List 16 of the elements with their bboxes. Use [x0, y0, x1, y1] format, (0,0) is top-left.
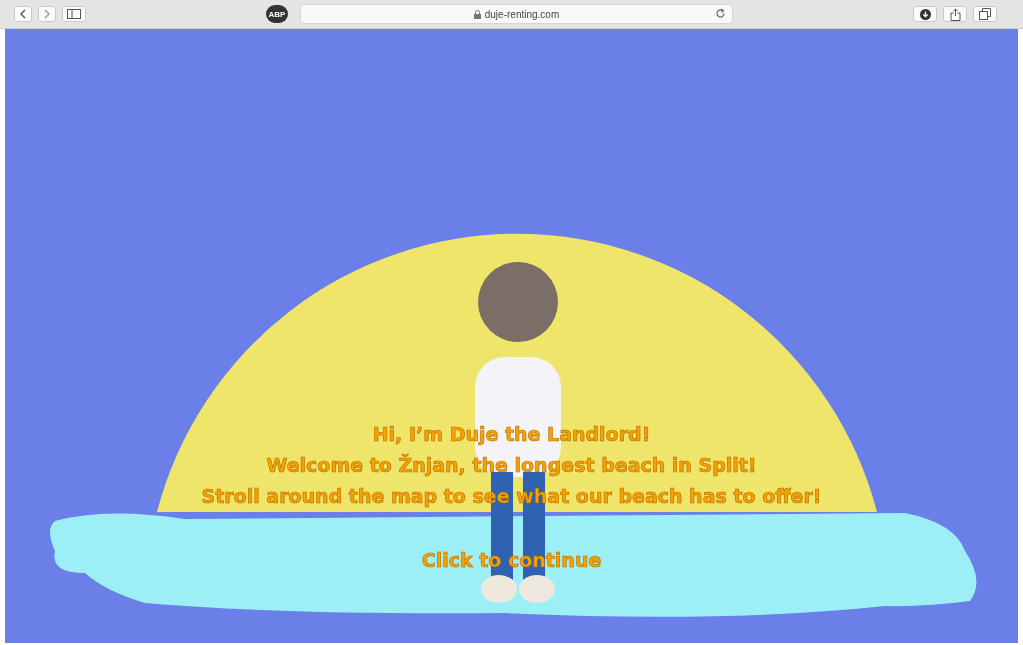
reload-icon[interactable] [715, 8, 726, 19]
share-button[interactable] [943, 6, 967, 22]
download-icon [919, 8, 931, 20]
tabs-icon [979, 8, 991, 20]
back-button[interactable] [14, 6, 32, 22]
download-button[interactable] [913, 6, 937, 22]
sidebar-button[interactable] [62, 6, 86, 22]
extension-badge[interactable]: ABP [266, 5, 288, 23]
forward-button[interactable] [38, 6, 56, 22]
lock-icon [473, 9, 481, 19]
address-bar[interactable]: duje-renting.com [300, 4, 733, 24]
sidebar-icon [67, 9, 81, 19]
tabs-button[interactable] [973, 6, 997, 22]
chevron-right-icon [43, 9, 51, 19]
chevron-left-icon [19, 9, 27, 19]
share-icon [949, 7, 961, 21]
